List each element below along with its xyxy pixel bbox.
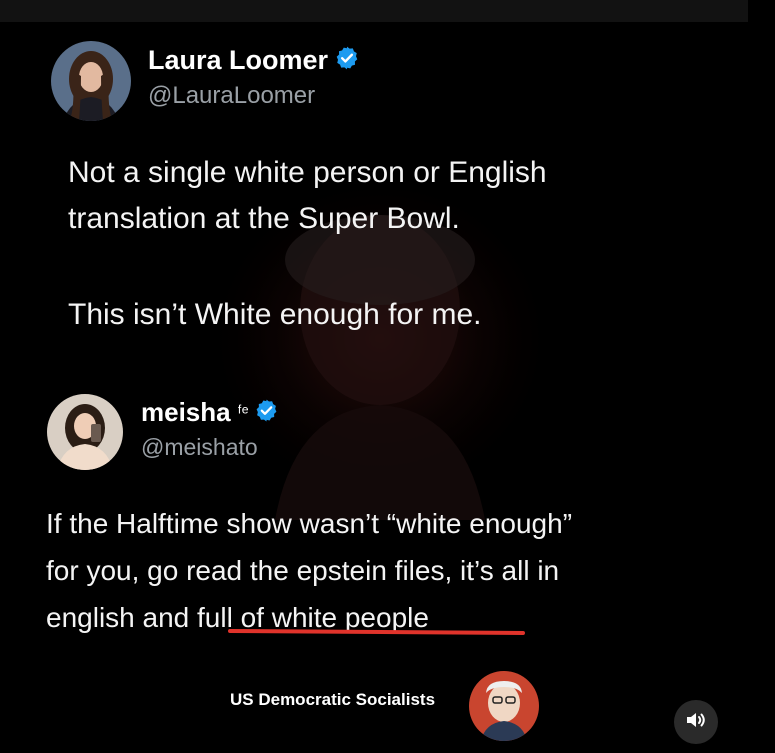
sound-toggle-button[interactable] — [674, 700, 718, 744]
tweet1-name-row: Laura Loomer — [148, 45, 360, 76]
speaker-icon — [684, 708, 708, 737]
tweet1-text-line: translation at the Super Bowl. — [68, 202, 460, 235]
dsa-logo-avatar[interactable] — [469, 671, 539, 741]
tweet2-name-row: meisha ᶠᵉ — [141, 397, 279, 428]
tweet2-handle[interactable]: @meishato — [141, 434, 279, 461]
tweet1-body: Not a single white person or English tra… — [68, 150, 547, 338]
tweet1-text-line: This isn’t White enough for me. — [68, 298, 482, 331]
laura-loomer-avatar[interactable] — [51, 41, 131, 121]
footer-source-label: US Democratic Socialists — [230, 690, 436, 709]
tweet2-text-segment: english and — [46, 602, 198, 633]
tweet2-text-line: If the Halftime show wasn’t “white enoug… — [46, 508, 573, 539]
tweet2-ids: meisha ᶠᵉ @meishato — [141, 397, 279, 461]
tweet2-name-suffix: ᶠᵉ — [237, 402, 249, 422]
tweet1-header: Laura Loomer @LauraLoomer — [51, 41, 360, 121]
tweet1-author-name[interactable]: Laura Loomer — [148, 45, 328, 76]
tweet2-header: meisha ᶠᵉ @meishato — [47, 394, 279, 470]
tweet2-text-line: for you, go read the epstein files, it’s… — [46, 555, 560, 586]
verified-badge-icon — [334, 45, 360, 76]
tweet2-body: If the Halftime show wasn’t “white enoug… — [46, 500, 572, 641]
tweet1-text-line: Not a single white person or English — [68, 156, 547, 189]
meisha-avatar[interactable] — [47, 394, 123, 470]
top-bar — [0, 0, 748, 22]
tweet1-ids: Laura Loomer @LauraLoomer — [148, 45, 360, 110]
tweet2-author-name[interactable]: meisha — [141, 397, 231, 428]
tweet1-handle[interactable]: @LauraLoomer — [148, 82, 360, 110]
verified-badge-icon — [254, 398, 279, 428]
